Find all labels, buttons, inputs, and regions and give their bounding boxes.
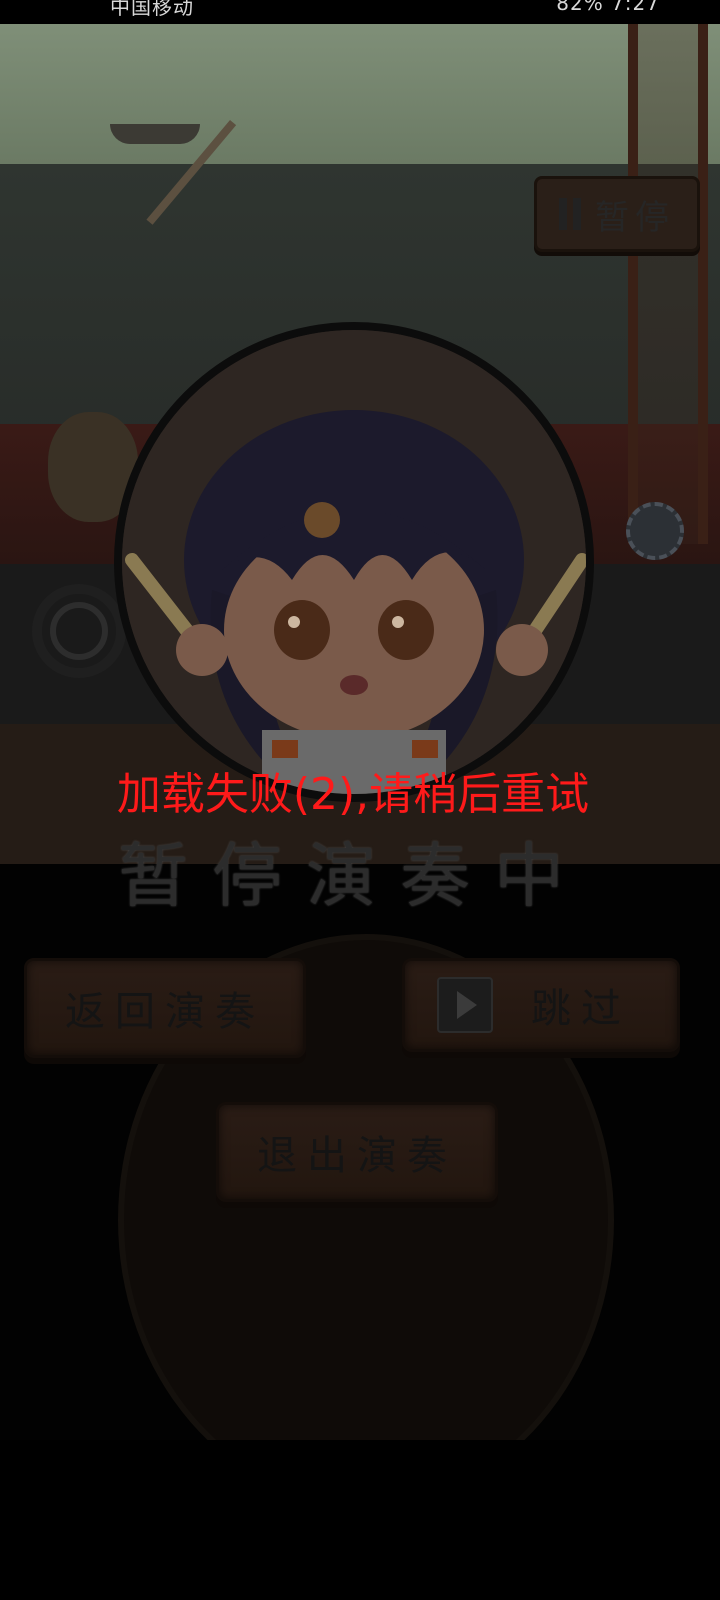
battery-level: 82% <box>556 0 604 15</box>
status-bar: 中国移动 82% 7:27 <box>0 0 720 24</box>
pause-button[interactable]: 暂停 <box>534 176 700 252</box>
video-skip-icon <box>437 977 493 1033</box>
skip-button[interactable]: 跳过 <box>402 958 680 1052</box>
pause-icon <box>559 198 581 230</box>
drum-ring-inner <box>50 602 108 660</box>
sky-scene <box>0 24 720 164</box>
resume-button[interactable]: 返回演奏 <box>24 958 306 1058</box>
chip-icon <box>626 502 684 560</box>
character-illustration <box>122 330 586 794</box>
pause-button-label: 暂停 <box>595 197 675 238</box>
torii-gate <box>628 24 708 544</box>
clock: 7:27 <box>611 0 660 15</box>
exit-button[interactable]: 退出演奏 <box>216 1102 498 1202</box>
carrier-label: 中国移动 <box>110 0 194 19</box>
exit-button-label: 退出演奏 <box>257 1133 457 1179</box>
status-right: 82% 7:27 <box>556 0 660 15</box>
character-portrait <box>114 322 594 802</box>
boat-illustration <box>110 124 200 144</box>
load-error-message: 加载失败(2),请稍后重试 <box>116 769 590 820</box>
skip-button-label: 跳过 <box>531 986 631 1032</box>
resume-button-label: 返回演奏 <box>65 989 265 1035</box>
paused-title: 暂停演奏中 <box>118 835 588 917</box>
